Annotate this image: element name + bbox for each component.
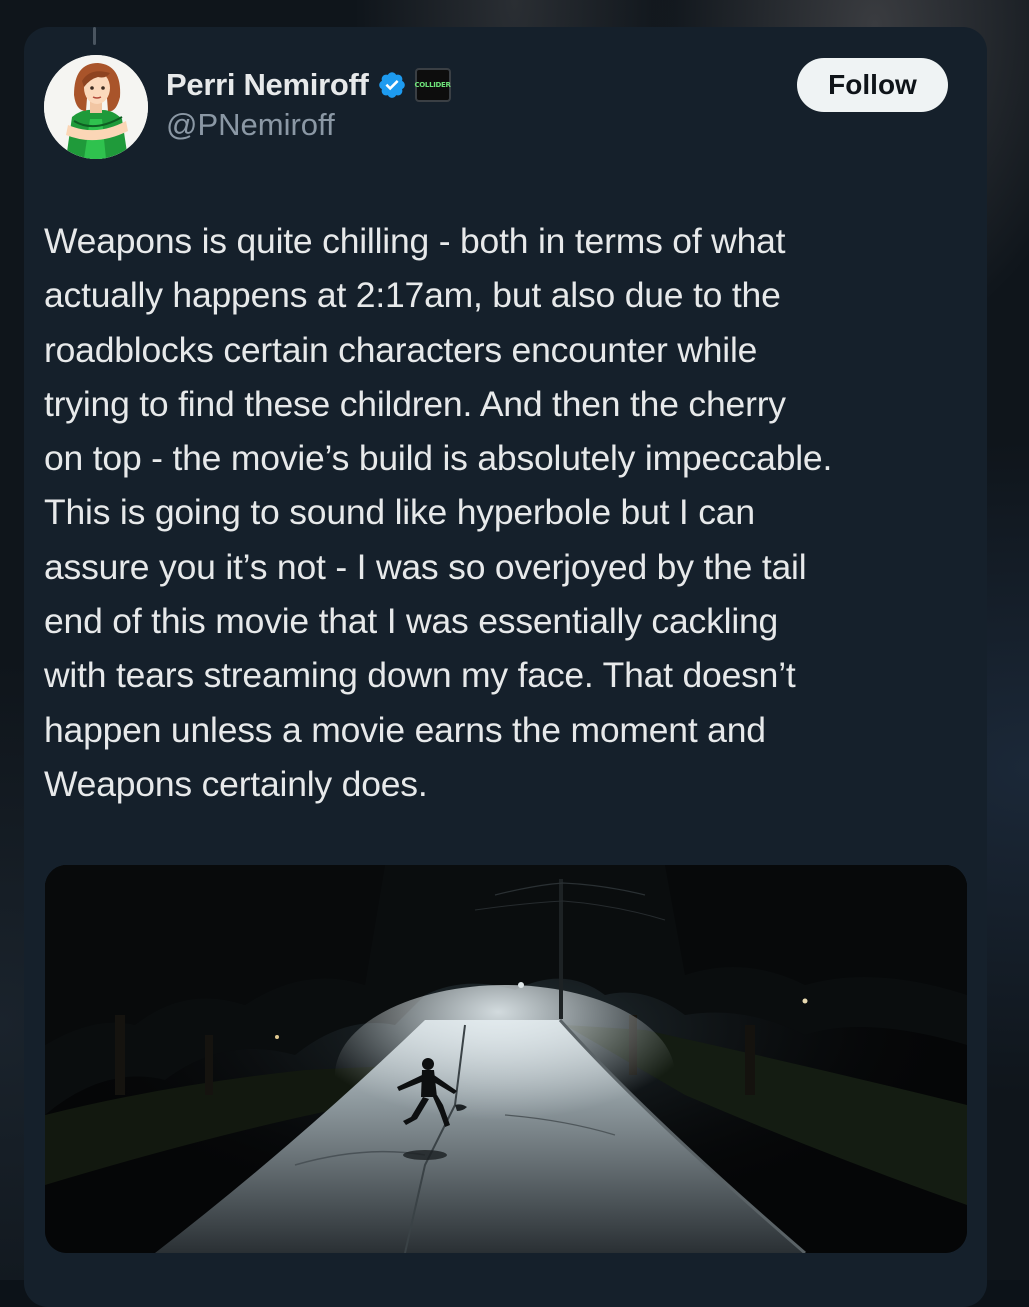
tweet-text-line: This is going to sound like hyperbole bu… — [44, 492, 755, 533]
verified-badge-icon[interactable] — [377, 70, 407, 100]
tweet-text-line: end of this movie that I was essentially… — [44, 601, 779, 642]
tweet-text-line: with tears streaming down my face. That … — [44, 655, 796, 696]
affiliate-badge-text: COLLIDER — [414, 81, 451, 89]
author-name-row: Perri Nemiroff COLLIDER — [166, 67, 451, 103]
thread-connector-line — [93, 27, 96, 45]
tweet-text: Weapons is quite chilling - both in term… — [44, 214, 974, 811]
tweet-text-line: happen unless a movie earns the moment a… — [44, 709, 766, 750]
tweet-text-line: trying to find these children. And then … — [44, 383, 786, 424]
tweet-text-line: Weapons certainly does. — [44, 763, 428, 804]
tweet-media-image[interactable] — [45, 865, 967, 1253]
tweet-text-line: Weapons is quite chilling - both in term… — [44, 221, 786, 261]
affiliate-badge-icon[interactable]: COLLIDER — [414, 68, 451, 102]
avatar[interactable] — [44, 55, 148, 159]
tweet-card[interactable]: Perri Nemiroff COLLIDER @PNemiroff Follo… — [24, 27, 987, 1307]
night-street-photo — [45, 865, 967, 1253]
tweet-text-line: actually happens at 2:17am, but also due… — [44, 275, 781, 316]
follow-button[interactable]: Follow — [797, 58, 948, 112]
author-name[interactable]: Perri Nemiroff — [166, 67, 369, 103]
tweet-text-line: roadblocks certain characters encounter … — [44, 329, 758, 370]
tweet-text-line: on top - the movie’s build is absolutely… — [44, 438, 833, 479]
tweet-text-line: assure you it’s not - I was so overjoyed… — [44, 546, 807, 587]
author-handle[interactable]: @PNemiroff — [166, 107, 335, 143]
avatar-illustration — [44, 55, 148, 159]
